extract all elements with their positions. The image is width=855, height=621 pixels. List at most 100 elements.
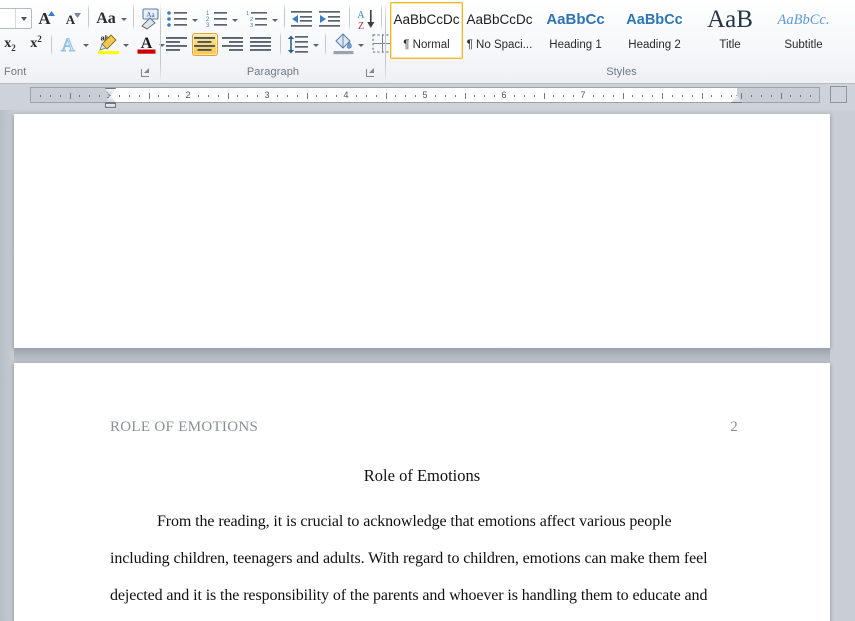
ruler-tick [49, 95, 51, 97]
style-preview: AaB [707, 6, 753, 33]
ruler-tick [336, 95, 338, 97]
numbering-button[interactable]: 1 2 3 [204, 7, 230, 30]
ruler-tick [326, 95, 328, 97]
ruler-tick [632, 95, 634, 97]
ruler-track[interactable]: 1234567 [30, 87, 820, 103]
ruler-tick [513, 95, 515, 97]
svg-text:3: 3 [206, 23, 210, 28]
decrease-indent-button[interactable] [289, 7, 315, 30]
document-title: Role of Emotions [363, 466, 481, 485]
ruler-tick [237, 95, 239, 97]
ruler-tick [622, 93, 624, 99]
font-size-input[interactable]: 2 [0, 8, 32, 29]
ruler-tick [138, 95, 140, 97]
ribbon-group-font: 2 A A [0, 0, 165, 84]
document-body[interactable]: From the reading, it is crucial to ackno… [14, 503, 830, 614]
ruler-tick [533, 95, 535, 97]
numbering-dropdown-icon[interactable] [230, 11, 240, 29]
ruler-tick [276, 95, 278, 97]
horizontal-ruler[interactable]: 1234567 [0, 84, 855, 110]
shrink-font-button[interactable]: A [59, 9, 82, 30]
ruler-right-margin [737, 88, 819, 102]
document-canvas[interactable]: ROLE OF EMOTIONS 2 Role of Emotions From… [0, 110, 855, 621]
align-center-button[interactable] [192, 33, 218, 56]
left-indent-marker[interactable] [105, 103, 116, 108]
tab-stop-selector[interactable] [830, 86, 847, 103]
paint-bucket-icon [333, 33, 353, 55]
document-page-current[interactable]: ROLE OF EMOTIONS 2 Role of Emotions From… [14, 363, 830, 621]
style-label: ¶ No Spaci... [466, 39, 533, 51]
ruler-tick [59, 95, 61, 97]
ruler-tick [69, 93, 71, 99]
ruler-tick [148, 93, 150, 99]
line-spacing-button[interactable] [285, 32, 311, 56]
align-left-button[interactable] [164, 33, 190, 56]
style-item-normal[interactable]: AaBbCcDc ¶ Normal [390, 2, 463, 59]
font-dialog-launcher[interactable] [139, 66, 153, 80]
text-highlight-dropdown-icon[interactable] [121, 36, 131, 54]
ruler-tick [464, 93, 466, 99]
style-label: Heading 1 [549, 39, 602, 51]
ruler-tick [780, 93, 782, 99]
ruler-tick [89, 95, 91, 97]
ruler-tick [434, 95, 436, 97]
ruler-tick [316, 95, 318, 97]
decrease-indent-icon [291, 10, 312, 27]
style-item-subtitle[interactable]: AaBbCc. Subtitle [766, 2, 841, 59]
shading-button[interactable] [330, 31, 356, 56]
ruler-tick [790, 95, 792, 97]
ruler-tick [99, 95, 101, 97]
sort-button[interactable]: A Z [354, 6, 378, 31]
style-label: Subtitle [784, 39, 823, 51]
subscript-index: 2 [11, 42, 16, 53]
change-case-button[interactable]: Aa [93, 8, 119, 30]
style-item-heading-2[interactable]: AaBbCc Heading 2 [615, 2, 694, 59]
style-label: Title [719, 39, 741, 51]
align-right-icon [222, 36, 243, 51]
text-effects-button[interactable]: A [55, 32, 81, 56]
change-case-icon: Aa [96, 10, 116, 27]
font-size-value: 2 [0, 12, 15, 26]
ruler-tick [365, 95, 367, 97]
sort-az-icon: A Z [357, 9, 374, 30]
bullets-button[interactable] [164, 7, 190, 30]
line-spacing-dropdown-icon[interactable] [311, 36, 321, 54]
ruler-tick [415, 95, 417, 97]
ruler-tick [128, 95, 130, 97]
justify-button[interactable] [248, 33, 274, 56]
style-item-no-spaci[interactable]: AaBbCcDc ¶ No Spaci... [463, 2, 536, 59]
text-highlight-color-button[interactable]: ab [95, 31, 121, 56]
svg-text:A: A [61, 35, 75, 55]
svg-text:A: A [140, 35, 152, 52]
style-preview: AaBbCcDc [393, 12, 460, 27]
change-case-dropdown-icon[interactable] [119, 10, 129, 28]
ruler-tick [602, 95, 604, 97]
svg-text:Z: Z [357, 21, 363, 30]
multilevel-list-dropdown-icon[interactable] [270, 11, 280, 29]
ribbon: 2 A A [0, 0, 855, 84]
subscript-button[interactable]: x 2 [0, 33, 22, 55]
ruler-tick [385, 93, 387, 99]
up-arrow-icon [48, 11, 55, 16]
superscript-button[interactable]: x 2 [24, 33, 48, 55]
text-effects-dropdown-icon[interactable] [81, 36, 91, 54]
grow-font-button[interactable]: A [32, 7, 57, 30]
ruler-tick [573, 95, 575, 97]
style-item-heading-1[interactable]: AaBbCс Heading 1 [536, 2, 615, 59]
document-page-previous[interactable] [14, 114, 830, 348]
ruler-tick [178, 95, 180, 97]
increase-indent-button[interactable] [317, 7, 343, 30]
multilevel-list-button[interactable]: 1 2 3 [244, 7, 270, 30]
font-color-button[interactable]: A [134, 31, 158, 56]
group-divider-font-paragraph [160, 2, 161, 82]
ruler-tick [642, 95, 644, 97]
font-size-dropdown-icon[interactable] [15, 9, 31, 28]
group-divider-paragraph-styles [385, 2, 386, 82]
align-right-button[interactable] [220, 33, 246, 56]
bullets-dropdown-icon[interactable] [190, 11, 200, 29]
style-item-subtl[interactable]: AaBSubtl [841, 2, 855, 59]
ruler-tick [750, 95, 752, 97]
shading-dropdown-icon[interactable] [356, 36, 366, 54]
paragraph-dialog-launcher[interactable] [364, 66, 378, 80]
style-item-title[interactable]: AaB Title [694, 2, 766, 59]
